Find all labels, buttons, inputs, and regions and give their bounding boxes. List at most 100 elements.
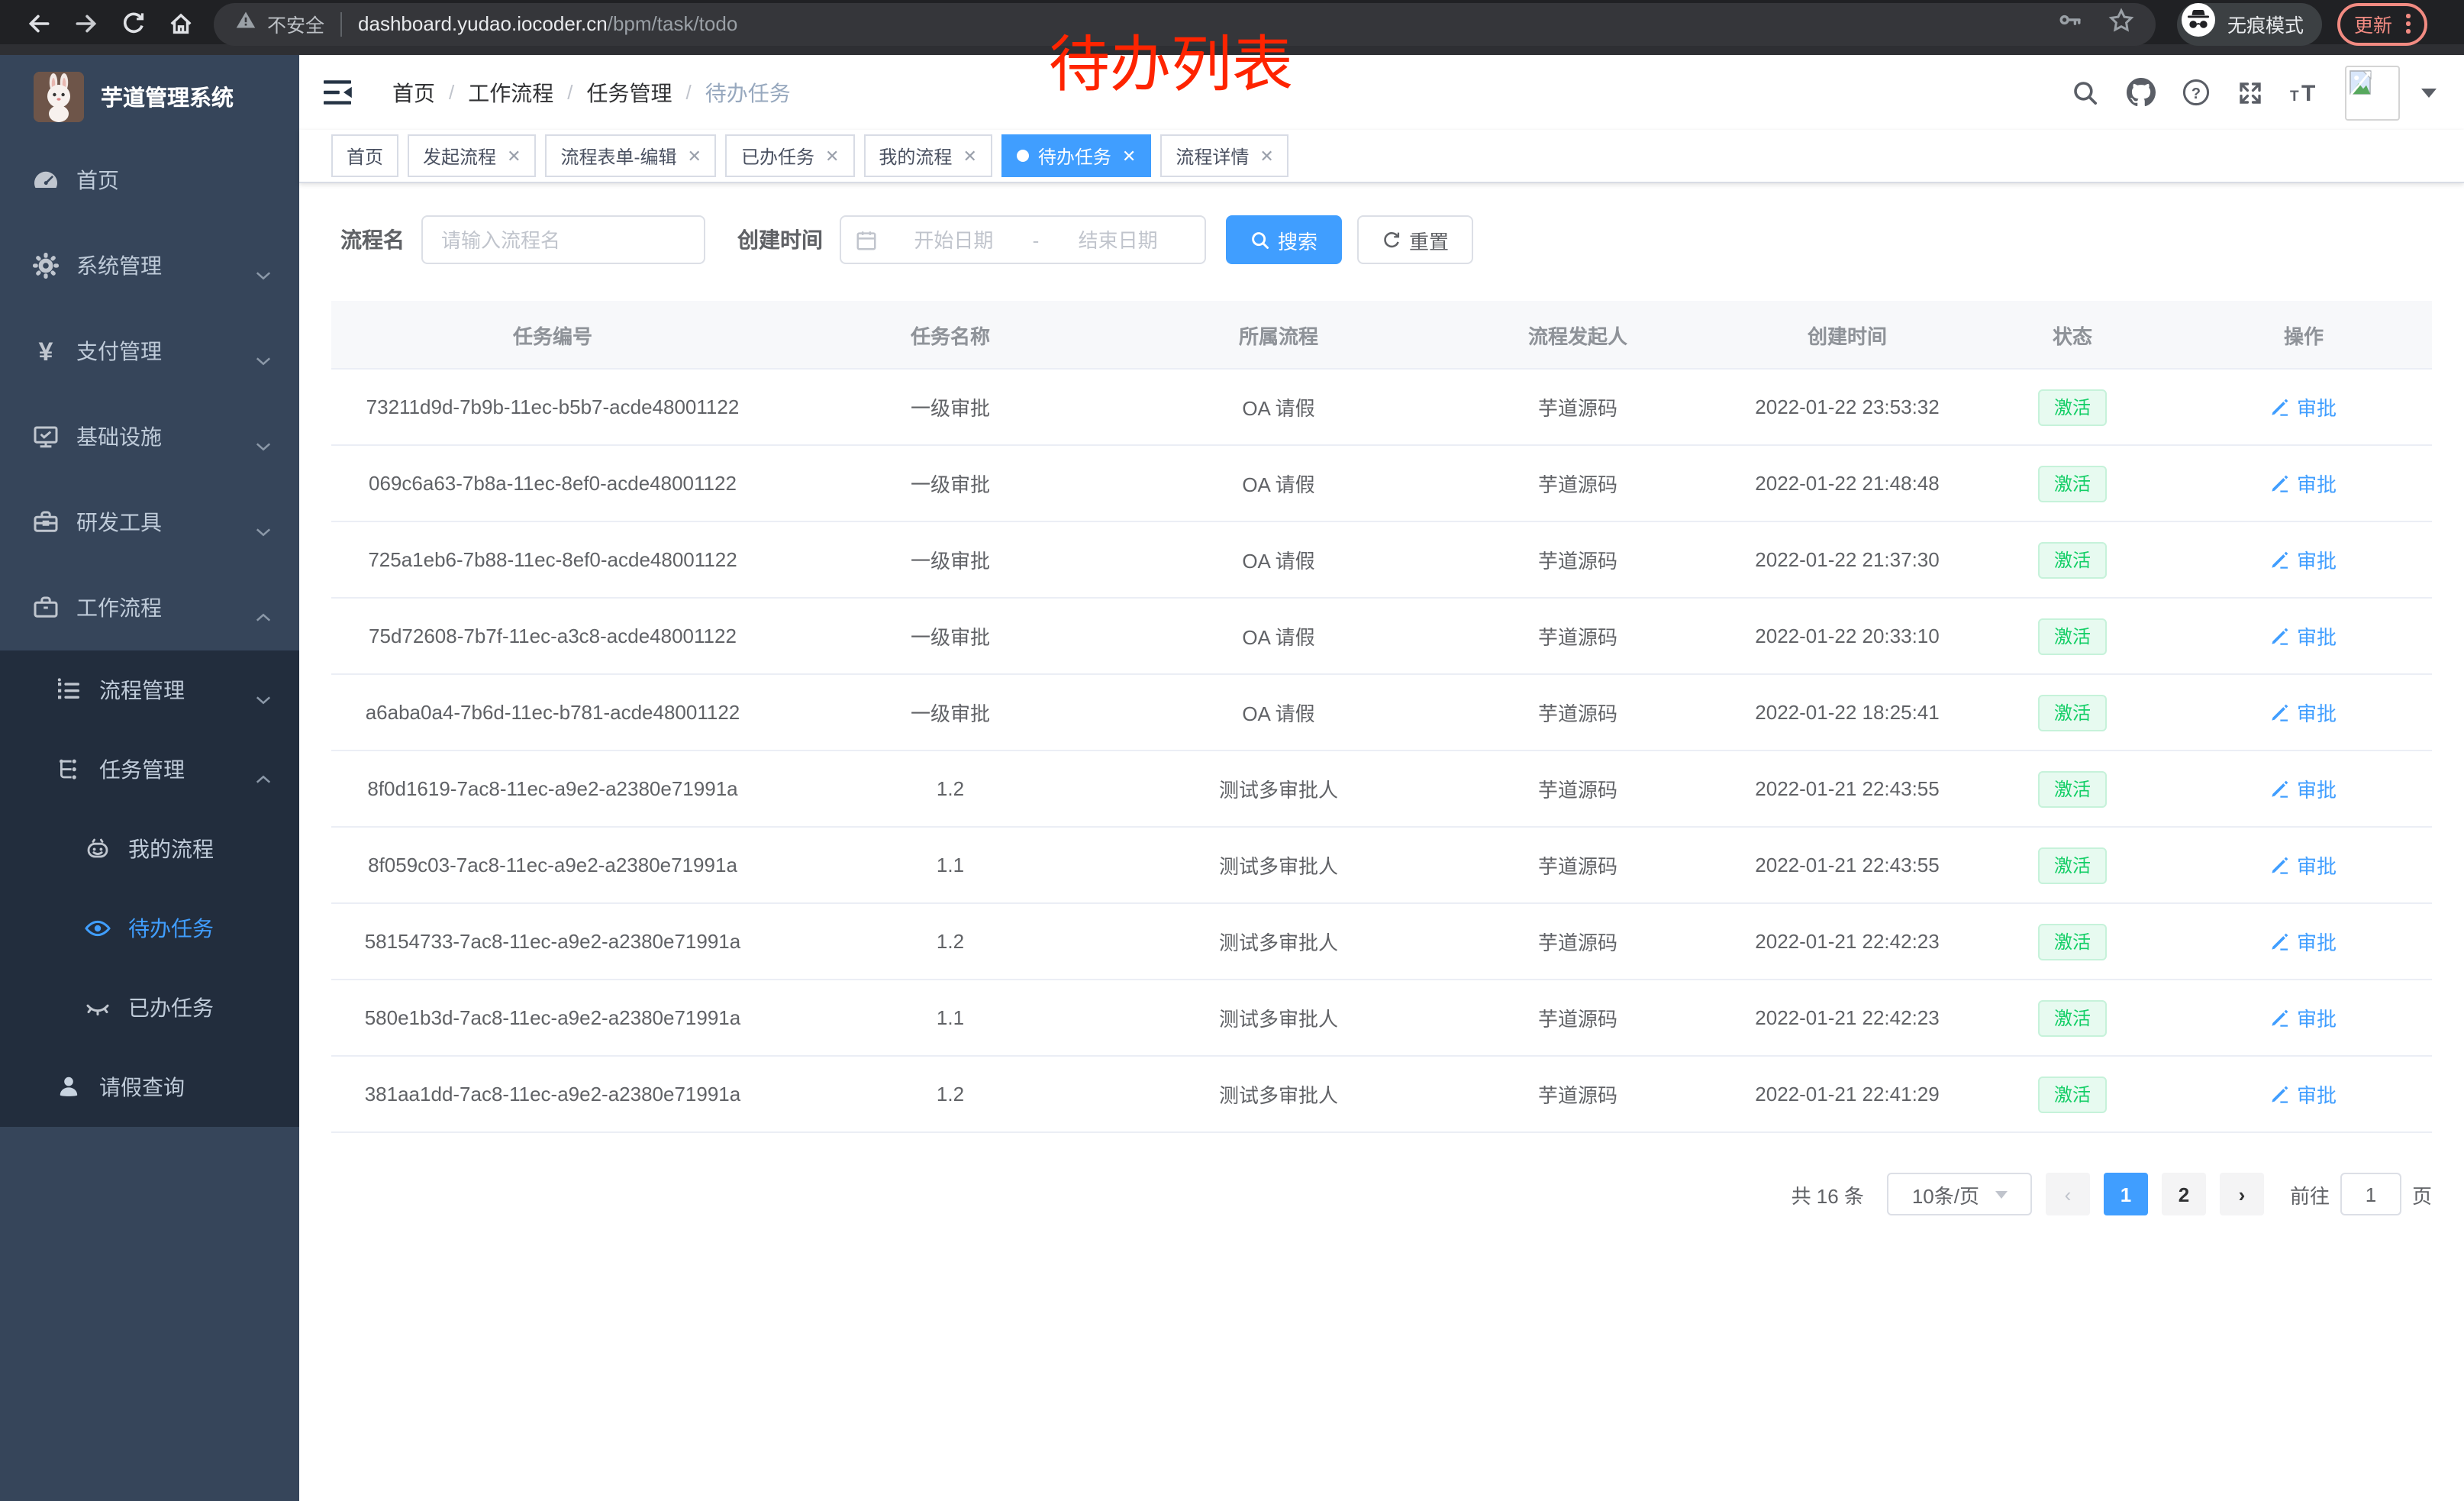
sidebar-item-todo-tasks[interactable]: 待办任务 — [0, 889, 299, 968]
tab-start-process[interactable]: 发起流程✕ — [408, 134, 536, 177]
tab-form-edit[interactable]: 流程表单-编辑✕ — [546, 134, 717, 177]
prev-page-button[interactable]: ‹ — [2046, 1173, 2090, 1215]
task-id: 73211d9d-7b9b-11ec-b5b7-acde48001122 — [331, 395, 774, 418]
avatar-caret-icon[interactable] — [2421, 88, 2437, 97]
annotation-title: 待办列表 — [1049, 31, 1293, 102]
breadcrumb-separator: / — [686, 81, 692, 104]
page-button-2[interactable]: 2 — [2162, 1173, 2206, 1215]
date-range-picker[interactable]: - — [840, 215, 1206, 264]
avatar[interactable] — [2345, 65, 2400, 120]
tab-done-tasks[interactable]: 已办任务✕ — [726, 134, 854, 177]
chevron-down-icon — [255, 686, 272, 710]
approve-link[interactable]: 审批 — [2271, 1003, 2337, 1032]
approve-link[interactable]: 审批 — [2271, 469, 2337, 498]
goto-page-input[interactable] — [2340, 1173, 2401, 1215]
page-button-1[interactable]: 1 — [2104, 1173, 2148, 1215]
browser-home-button[interactable] — [157, 2, 205, 45]
svg-text:?: ? — [2191, 86, 2200, 102]
reset-button[interactable]: 重置 — [1357, 215, 1473, 264]
calendar-icon — [855, 228, 878, 251]
task-created: 2022-01-21 22:42:23 — [1725, 1006, 1969, 1029]
sidebar-item-process-mgmt[interactable]: 流程管理 — [0, 650, 299, 730]
browser-reload-button[interactable] — [110, 2, 157, 45]
col-status: 状态 — [1969, 320, 2175, 349]
task-starter: 芋道源码 — [1430, 392, 1725, 421]
status-cell: 激活 — [1969, 694, 2175, 731]
update-label[interactable]: 更新 — [2354, 9, 2392, 38]
screen: 不安全 dashboard.yudao.iocoder.cn/bpm/task/… — [0, 0, 2464, 1501]
search-button[interactable]: 搜索 — [1226, 215, 1342, 264]
task-process: OA 请假 — [1127, 621, 1430, 650]
action-cell: 审批 — [2175, 469, 2432, 498]
github-icon[interactable] — [2125, 77, 2156, 108]
bookmark-star-icon[interactable] — [2108, 7, 2134, 40]
approve-link[interactable]: 审批 — [2271, 621, 2337, 650]
status-cell: 激活 — [1969, 923, 2175, 960]
breadcrumb-home[interactable]: 首页 — [392, 77, 435, 108]
approve-link[interactable]: 审批 — [2271, 774, 2337, 803]
breadcrumb-workflow[interactable]: 工作流程 — [468, 77, 553, 108]
approve-link[interactable]: 审批 — [2271, 927, 2337, 956]
browser-menu-icon[interactable] — [2406, 14, 2410, 34]
close-icon[interactable]: ✕ — [825, 146, 839, 166]
sidebar-item-leave-query[interactable]: 请假查询 — [0, 1047, 299, 1127]
sidebar-item-task-mgmt[interactable]: 任务管理 — [0, 730, 299, 809]
sidebar-item-my-process[interactable]: 我的流程 — [0, 809, 299, 889]
browser-update-button[interactable]: 更新 — [2337, 2, 2427, 45]
approve-link[interactable]: 审批 — [2271, 851, 2337, 880]
security-warning-icon[interactable] — [235, 9, 256, 38]
chevron-down-icon — [255, 347, 272, 371]
sidebar-item-system[interactable]: 系统管理 — [0, 223, 299, 308]
task-created: 2022-01-22 18:25:41 — [1725, 701, 1969, 724]
sidebar-item-workflow[interactable]: 工作流程 — [0, 565, 299, 650]
tab-process-detail[interactable]: 流程详情✕ — [1160, 134, 1288, 177]
table-row: 8f059c03-7ac8-11ec-a9e2-a2380e71991a 1.1… — [331, 828, 2432, 904]
sidebar-item-home[interactable]: 首页 — [0, 137, 299, 223]
browser-back-button[interactable] — [15, 2, 63, 45]
tab-todo-tasks[interactable]: 待办任务✕ — [1001, 134, 1151, 177]
help-icon[interactable]: ? — [2180, 77, 2211, 108]
security-label[interactable]: 不安全 — [267, 9, 324, 38]
sidebar-collapse-button[interactable] — [324, 79, 353, 105]
font-size-icon[interactable]: TT — [2290, 77, 2320, 108]
omnibox-separator — [340, 11, 341, 36]
close-icon[interactable]: ✕ — [507, 146, 521, 166]
col-process: 所属流程 — [1127, 320, 1430, 349]
approve-link[interactable]: 审批 — [2271, 545, 2337, 574]
process-name-input[interactable] — [421, 215, 705, 264]
tab-home[interactable]: 首页 — [331, 134, 398, 177]
approve-link[interactable]: 审批 — [2271, 392, 2337, 421]
close-icon[interactable]: ✕ — [963, 146, 976, 166]
create-time-label: 创建时间 — [737, 224, 823, 255]
chevron-up-icon — [255, 603, 272, 628]
tab-my-process[interactable]: 我的流程✕ — [863, 134, 992, 177]
task-name: 一级审批 — [774, 621, 1127, 650]
page-size-select[interactable]: 10条/页 — [1887, 1173, 2032, 1215]
close-icon[interactable]: ✕ — [1259, 146, 1273, 166]
next-page-button[interactable]: › — [2220, 1173, 2264, 1215]
app-logo-row[interactable]: 芋道管理系统 — [0, 55, 299, 137]
sidebar-item-payment[interactable]: ¥ 支付管理 — [0, 308, 299, 394]
sidebar-item-infra[interactable]: 基础设施 — [0, 394, 299, 479]
url-text[interactable]: dashboard.yudao.iocoder.cn/bpm/task/todo — [358, 12, 737, 35]
task-starter: 芋道源码 — [1430, 851, 1725, 880]
close-icon[interactable]: ✕ — [688, 146, 701, 166]
end-date-input[interactable] — [1045, 227, 1191, 253]
status-badge: 激活 — [2039, 999, 2106, 1036]
browser-forward-button[interactable] — [63, 2, 110, 45]
workflow-submenu: 流程管理 任务管理 我的流程 待办任务 — [0, 650, 299, 1127]
approve-link[interactable]: 审批 — [2271, 698, 2337, 727]
close-icon[interactable]: ✕ — [1122, 146, 1136, 166]
password-key-icon[interactable] — [2058, 8, 2082, 40]
fullscreen-icon[interactable] — [2235, 77, 2266, 108]
search-icon[interactable] — [2070, 77, 2101, 108]
toolbox-icon — [32, 508, 60, 536]
status-badge: 激活 — [2039, 694, 2106, 731]
sidebar-item-devtools[interactable]: 研发工具 — [0, 479, 299, 565]
range-separator: - — [1030, 228, 1043, 251]
start-date-input[interactable] — [881, 227, 1027, 253]
sidebar-item-done-tasks[interactable]: 已办任务 — [0, 968, 299, 1047]
approve-link[interactable]: 审批 — [2271, 1080, 2337, 1109]
chevron-down-icon — [1995, 1190, 2007, 1198]
breadcrumb-task-mgmt[interactable]: 任务管理 — [587, 77, 672, 108]
